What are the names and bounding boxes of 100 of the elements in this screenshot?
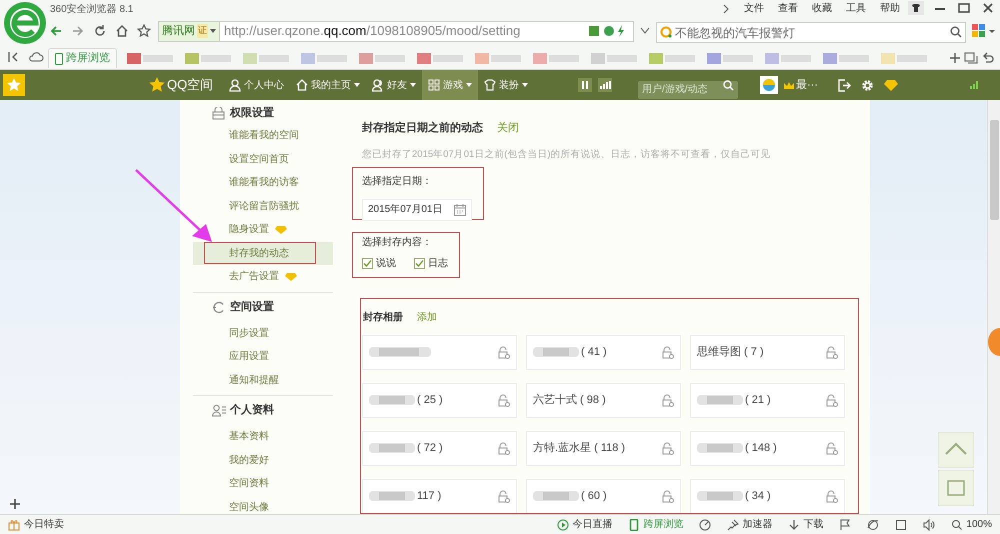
status-item[interactable]: 加速器 bbox=[727, 517, 772, 532]
home-icon[interactable] bbox=[115, 24, 129, 38]
lock-icon bbox=[498, 394, 510, 407]
apps-icon[interactable] bbox=[972, 24, 996, 38]
date-field[interactable]: 2015年07月01日 bbox=[362, 198, 472, 221]
site-logo[interactable]: QQ空间 bbox=[167, 75, 214, 95]
url-text: http://user.qzone.qq.com/1098108905/mood/setting bbox=[224, 22, 520, 40]
diamond-icon[interactable] bbox=[884, 80, 898, 90]
window-icon[interactable] bbox=[895, 518, 908, 530]
settings-icon[interactable] bbox=[861, 78, 874, 92]
friends-icon bbox=[372, 78, 384, 92]
blurred-name-drawing bbox=[533, 346, 579, 358]
sidebar-item[interactable]: 去广告设置 bbox=[193, 265, 333, 288]
blurred-name-drawing bbox=[697, 442, 743, 454]
album-card[interactable]: ( 21 ) bbox=[690, 382, 845, 418]
sidebar-item[interactable]: 谁能看我的访客 bbox=[193, 171, 333, 194]
checkbox[interactable]: 日志 bbox=[414, 256, 448, 271]
album-card[interactable]: 117 ) bbox=[362, 478, 517, 513]
lock-icon bbox=[662, 490, 674, 503]
album-card[interactable]: ( 41 ) bbox=[526, 334, 681, 370]
nav-item[interactable]: 个人中心 bbox=[223, 70, 290, 100]
search-icon[interactable] bbox=[723, 80, 734, 91]
album-card[interactable]: 方特.蓝水星 ( 118 ) bbox=[526, 430, 681, 466]
album-name: 117 ) bbox=[417, 489, 442, 504]
nav-item[interactable]: 好友 bbox=[366, 70, 422, 100]
flag-icon[interactable] bbox=[839, 518, 852, 530]
pause-icon[interactable] bbox=[578, 78, 592, 92]
sidebar-item[interactable]: 评论留言防骚扰 bbox=[193, 194, 333, 218]
sidebar-item[interactable]: 我的爱好 bbox=[193, 448, 333, 472]
lock-icon bbox=[826, 442, 838, 455]
menu-item[interactable]: 帮助 bbox=[880, 1, 900, 16]
nav-item[interactable]: 游戏 bbox=[422, 70, 478, 100]
status-item[interactable]: 100% bbox=[951, 517, 992, 532]
search-field[interactable]: 不能忽视的汽车报警灯 bbox=[656, 22, 966, 43]
album-card[interactable]: ( 34 ) bbox=[690, 478, 845, 513]
album-name: ( 34 ) bbox=[745, 489, 771, 504]
search-icon[interactable] bbox=[950, 26, 962, 38]
globe-icon[interactable] bbox=[867, 518, 880, 530]
album-card[interactable]: ( 25 ) bbox=[362, 382, 517, 418]
chevron-down-icon bbox=[640, 27, 650, 35]
album-name: ( 21 ) bbox=[745, 393, 771, 408]
new-tab-icon[interactable] bbox=[950, 53, 960, 63]
gauge-icon[interactable] bbox=[699, 518, 712, 530]
logout-icon[interactable] bbox=[838, 78, 851, 92]
caret-icon bbox=[354, 83, 360, 87]
sidebar-toggle-icon[interactable] bbox=[6, 50, 20, 64]
user-name[interactable]: 最··· bbox=[796, 76, 818, 94]
sidebar-item[interactable]: 隐身设置 bbox=[193, 218, 333, 242]
sidebar-item[interactable]: 封存我的动态 bbox=[193, 242, 333, 265]
nav-item[interactable]: 我的主页 bbox=[290, 70, 366, 100]
nav-search-field[interactable]: 用户/游戏/动态 bbox=[638, 80, 738, 98]
album-name: ( 72 ) bbox=[417, 441, 443, 456]
pin-icon bbox=[727, 518, 740, 530]
album-card[interactable]: 思维导图 ( 7 ) bbox=[690, 334, 845, 370]
sidebar-item[interactable]: 应用设置 bbox=[193, 345, 333, 368]
menu-item[interactable]: 查看 bbox=[778, 1, 798, 16]
album-card[interactable]: ( 148 ) bbox=[690, 430, 845, 466]
menu-item[interactable]: 收藏 bbox=[812, 1, 832, 16]
sidebar-item[interactable]: 设置空间首页 bbox=[193, 148, 333, 171]
speaker-icon[interactable] bbox=[923, 518, 936, 530]
album-card[interactable]: 六艺十式 ( 98 ) bbox=[526, 382, 681, 418]
signal-bars-icon[interactable] bbox=[598, 78, 612, 92]
address-bar[interactable]: 腾讯网 证 http://user.qzone.qq.com/1098108905/mood/setting bbox=[158, 20, 634, 42]
sidebar-item[interactable]: 基本资料 bbox=[193, 425, 333, 448]
menu-item[interactable]: 工具 bbox=[846, 1, 866, 16]
album-name: ( 60 ) bbox=[581, 489, 607, 504]
scrollbar[interactable] bbox=[987, 100, 1000, 514]
lock-icon bbox=[662, 346, 674, 359]
sidebar-item[interactable]: 空间资料 bbox=[193, 472, 333, 496]
status-item[interactable]: 今日直播 bbox=[557, 517, 612, 532]
album-card[interactable]: ( 60 ) bbox=[526, 478, 681, 513]
menu-item[interactable]: 文件 bbox=[744, 1, 764, 16]
album-card[interactable]: ( 72 ) bbox=[362, 430, 517, 466]
sidebar-item[interactable]: 谁能看我的空间 bbox=[193, 124, 333, 148]
undo-icon[interactable] bbox=[982, 52, 994, 64]
cloud-icon[interactable] bbox=[28, 50, 44, 64]
checkbox[interactable]: 说说 bbox=[362, 256, 396, 271]
restore-tab-icon[interactable] bbox=[964, 52, 978, 64]
maximize-icon[interactable] bbox=[956, 1, 972, 15]
sidebar-item[interactable]: 同步设置 bbox=[193, 322, 333, 345]
status-item[interactable]: 下载 bbox=[788, 517, 824, 532]
blurred-name-drawing bbox=[369, 394, 415, 406]
back-icon[interactable] bbox=[49, 24, 63, 38]
plus-icon[interactable] bbox=[10, 499, 20, 509]
avatar-icon[interactable] bbox=[760, 76, 778, 94]
forward-icon[interactable] bbox=[71, 24, 85, 38]
scrollbar-thumb[interactable] bbox=[990, 120, 999, 220]
blurred-name-drawing bbox=[369, 442, 415, 454]
refresh-icon[interactable] bbox=[93, 24, 107, 38]
diamond-icon bbox=[285, 272, 297, 281]
sidebar-item[interactable]: 空间头像 bbox=[193, 496, 333, 514]
status-item[interactable]: 今日特卖 bbox=[8, 517, 64, 532]
sidebar-item[interactable]: 通知和提醒 bbox=[193, 368, 333, 392]
nav-item[interactable]: 装扮 bbox=[478, 70, 534, 100]
shirt-icon[interactable] bbox=[908, 1, 924, 15]
star-icon[interactable] bbox=[137, 24, 151, 38]
album-name: ( 41 ) bbox=[581, 345, 607, 360]
caret-icon bbox=[410, 83, 416, 87]
shirt-icon bbox=[484, 78, 496, 92]
lock-icon bbox=[498, 490, 510, 503]
